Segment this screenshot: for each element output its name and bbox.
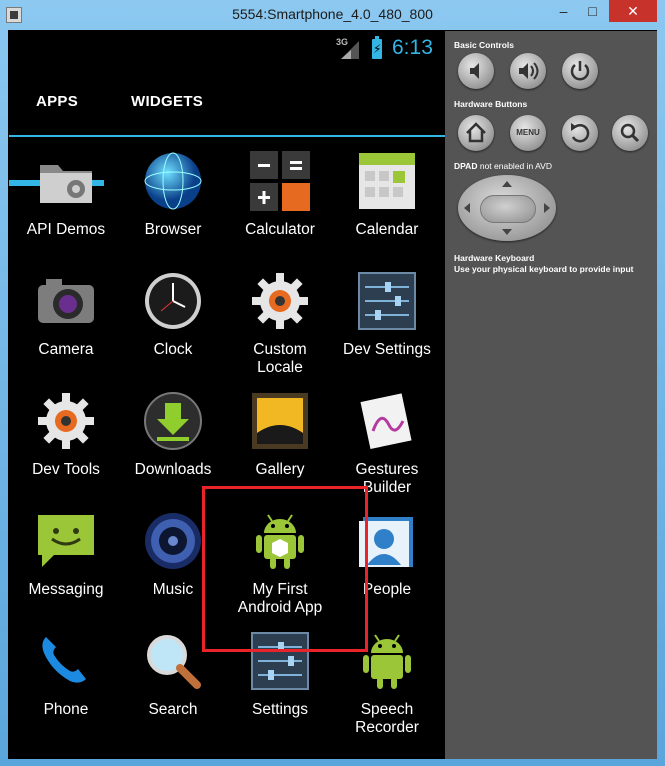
app-label: Gestures Builder (355, 461, 419, 496)
gallery-icon (252, 393, 308, 449)
download-icon (144, 392, 202, 450)
app-label: Music (152, 581, 194, 598)
dpad-control[interactable] (458, 175, 556, 241)
app-label: Search (148, 701, 198, 718)
app-label: Calculator (245, 221, 315, 238)
app-messaging[interactable]: Messaging (12, 511, 120, 629)
magnifier-icon (147, 635, 201, 689)
gear-icon (38, 393, 94, 449)
sliders-icon (251, 632, 309, 690)
keyboard-title: Hardware Keyboard (454, 253, 535, 263)
basic-controls-heading: Basic Controls (454, 40, 514, 50)
sliders-icon (358, 272, 416, 330)
status-time: 6:13 (392, 36, 433, 59)
app-label: Browser (144, 221, 202, 238)
gear-icon (252, 273, 308, 329)
app-music[interactable]: Music (119, 511, 227, 629)
volume-up-button[interactable] (510, 53, 546, 89)
app-label: Camera (38, 341, 94, 358)
power-button[interactable] (562, 53, 598, 89)
app-browser[interactable]: Browser (119, 151, 227, 269)
camera-icon (38, 279, 94, 323)
maximize-button[interactable]: □ (578, 0, 607, 22)
close-button[interactable]: ✕ (609, 0, 657, 22)
app-custom-locale[interactable]: Custom Locale (226, 271, 334, 389)
home-icon (466, 122, 486, 143)
volume-down-button[interactable] (458, 53, 494, 89)
app-label: Gallery (255, 461, 305, 478)
volume-down-icon (470, 63, 479, 79)
emulator-controls-panel: Basic Controls Hardware Buttons MENU DPA… (445, 31, 657, 759)
messaging-icon (38, 515, 94, 567)
battery-icon: ⚡ (372, 36, 382, 59)
app-phone[interactable]: Phone (12, 631, 120, 749)
dpad-heading: DPAD not enabled in AVD (454, 161, 552, 171)
calculator-icon (250, 151, 310, 211)
app-calculator[interactable]: Calculator (226, 151, 334, 269)
globe-icon (144, 152, 202, 210)
app-label: Speech Recorder (355, 701, 419, 736)
volume-up-icon (519, 62, 539, 80)
app-label: Clock (153, 341, 193, 358)
back-button[interactable] (562, 115, 598, 151)
app-label: API Demos (26, 221, 106, 238)
search-icon (620, 123, 640, 143)
tab-bar: APPS WIDGETS (9, 83, 445, 186)
android-icon (363, 634, 411, 689)
app-gestures-builder[interactable]: Gestures Builder (333, 391, 441, 509)
app-people[interactable]: People (333, 511, 441, 629)
title-bar[interactable]: 5554:Smartphone_4.0_480_800 – □ ✕ (0, 0, 665, 30)
app-speech-recorder[interactable]: Speech Recorder (333, 631, 441, 749)
hardware-buttons-heading: Hardware Buttons (454, 99, 528, 109)
phone-screen[interactable]: 3G ⚡ 6:13 APPS WIDGETS API Demos Browser… (9, 31, 445, 759)
signal-icon (341, 41, 359, 59)
keyboard-info: Hardware Keyboard Use your physical keyb… (454, 253, 633, 275)
app-api-demos[interactable]: API Demos (12, 151, 120, 269)
app-downloads[interactable]: Downloads (119, 391, 227, 509)
home-button[interactable] (458, 115, 494, 151)
app-label: My First Android App (237, 581, 323, 616)
android-icon (256, 514, 304, 569)
app-calendar[interactable]: Calendar (333, 151, 441, 269)
app-dev-tools[interactable]: Dev Tools (12, 391, 120, 509)
tab-apps[interactable]: APPS (36, 93, 78, 110)
app-label: Dev Tools (32, 461, 100, 478)
calendar-icon (359, 153, 415, 209)
app-settings[interactable]: Settings (226, 631, 334, 749)
app-search[interactable]: Search (119, 631, 227, 749)
gestures-icon (360, 393, 412, 450)
app-label: Messaging (28, 581, 104, 598)
menu-button-label: MENU (516, 128, 540, 137)
keyboard-note: Use your physical keyboard to provide in… (454, 264, 634, 274)
app-dev-settings[interactable]: Dev Settings (333, 271, 441, 389)
folder-gear-icon (40, 165, 92, 203)
tab-widgets[interactable]: WIDGETS (131, 93, 203, 110)
app-label: Custom Locale (253, 341, 307, 376)
dpad-note: not enabled in AVD (479, 161, 552, 171)
app-label: Downloads (134, 461, 212, 478)
app-label: Settings (251, 701, 308, 718)
window-bottom-border (0, 759, 665, 766)
phone-icon (42, 637, 86, 683)
emulator-window: 5554:Smartphone_4.0_480_800 – □ ✕ 3G ⚡ 6… (0, 0, 665, 766)
status-bar: 3G ⚡ 6:13 (9, 31, 445, 65)
app-label: Calendar (355, 221, 419, 238)
dpad-center-button[interactable] (480, 195, 536, 223)
back-icon (571, 123, 590, 143)
app-my-first-android-app[interactable]: My First Android App (226, 511, 334, 629)
people-icon (359, 517, 413, 567)
menu-button[interactable]: MENU (510, 115, 546, 151)
app-camera[interactable]: Camera (12, 271, 120, 389)
app-label: Phone (43, 701, 89, 718)
app-clock[interactable]: Clock (119, 271, 227, 389)
app-label: Dev Settings (343, 341, 431, 358)
clock-icon (145, 273, 201, 329)
app-gallery[interactable]: Gallery (226, 391, 334, 509)
power-icon (570, 61, 590, 81)
speaker-icon (145, 513, 201, 569)
dpad-title: DPAD (454, 161, 478, 171)
minimize-button[interactable]: – (549, 0, 578, 22)
search-button[interactable] (612, 115, 648, 151)
app-label: People (362, 581, 412, 598)
